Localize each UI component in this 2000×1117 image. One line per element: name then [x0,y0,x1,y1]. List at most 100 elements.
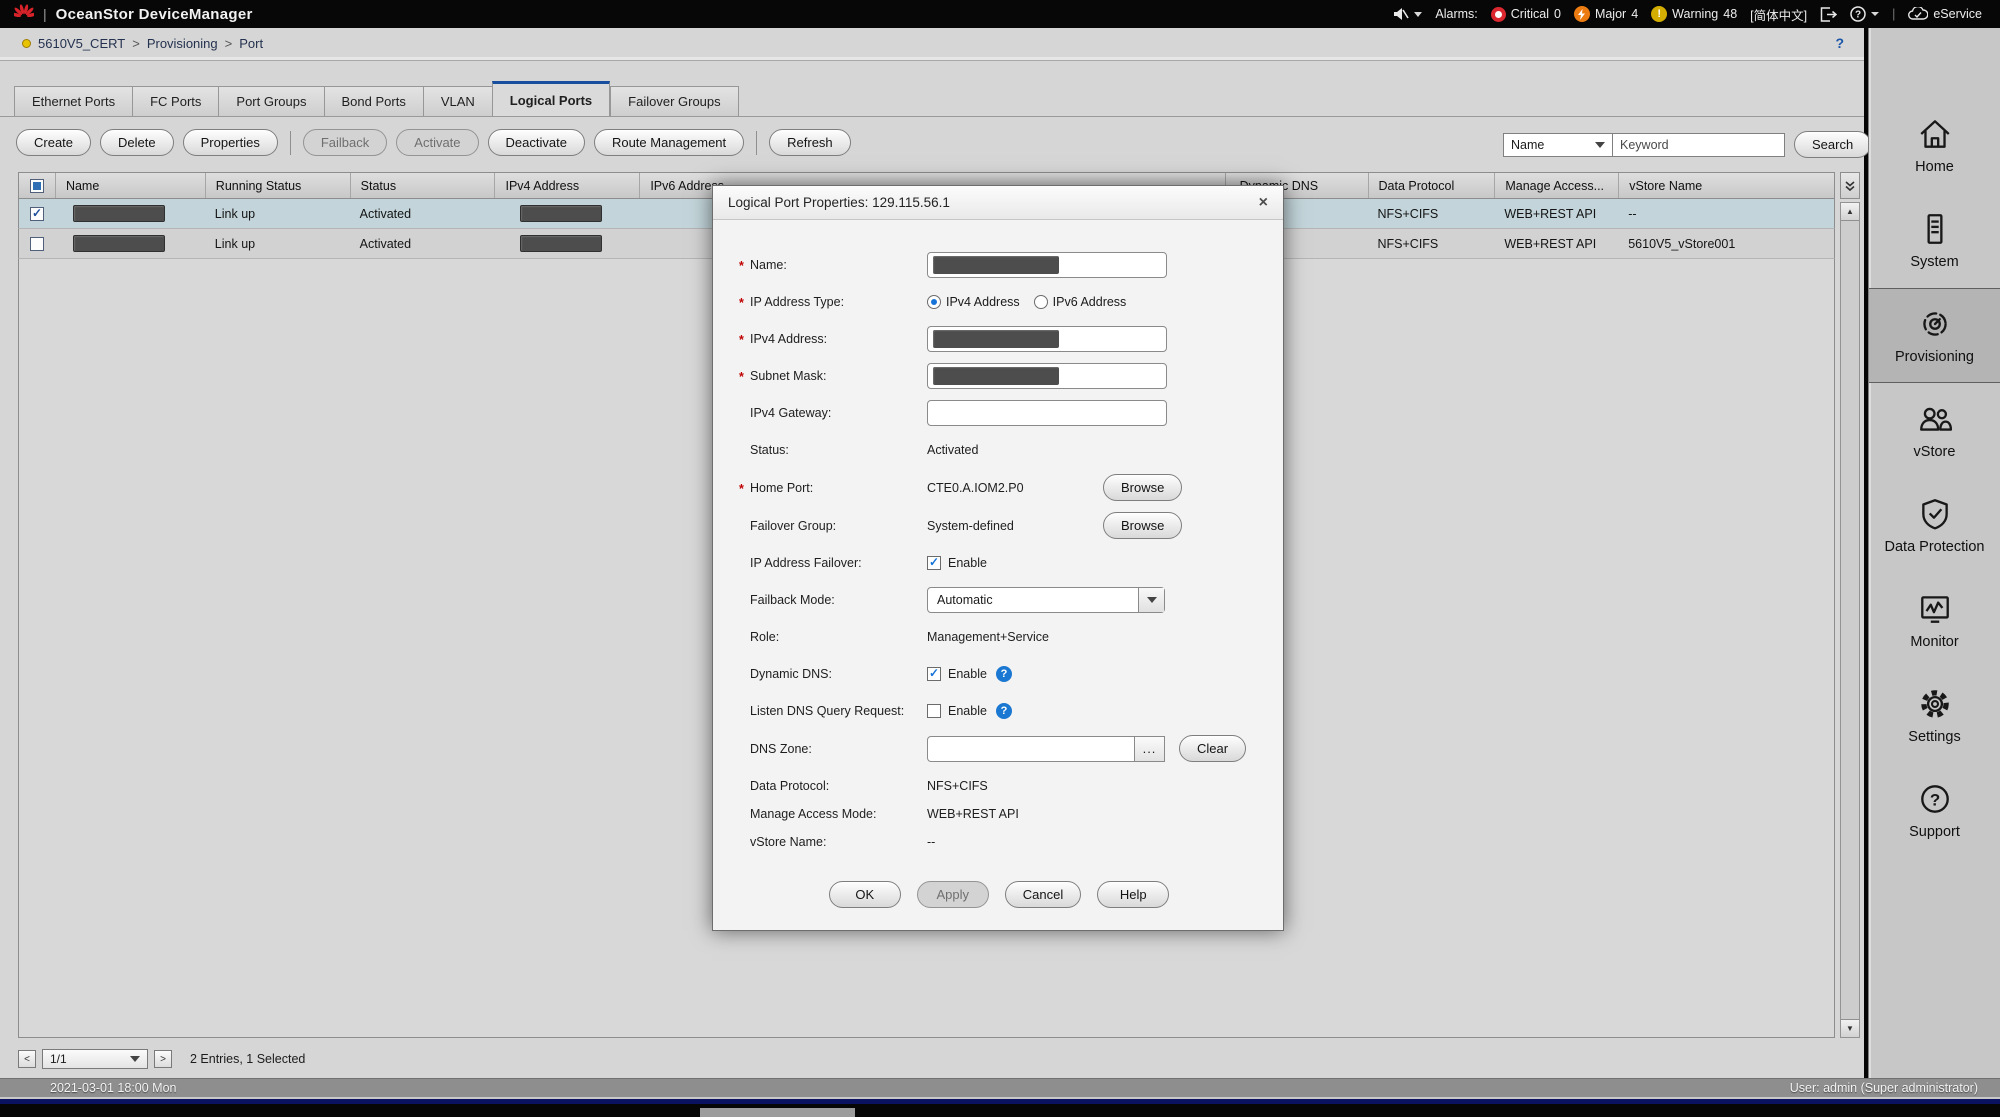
tab-logical-ports[interactable]: Logical Ports [492,81,610,117]
search-input[interactable] [1613,133,1785,157]
page-help-icon[interactable]: ? [1835,35,1844,51]
dns-zone-clear-button[interactable]: Clear [1179,735,1246,762]
prev-page-button[interactable]: < [18,1050,36,1068]
tab-port-groups[interactable]: Port Groups [218,86,323,117]
ip-failover-checkbox[interactable] [927,556,941,570]
ipv4-address-field[interactable] [927,326,1167,352]
mute-button[interactable] [1393,7,1422,21]
failback-button[interactable]: Failback [303,129,387,156]
listen-dns-checkbox[interactable] [927,704,941,718]
properties-button[interactable]: Properties [183,129,278,156]
ipv4-gateway-field[interactable] [927,400,1167,426]
cell-data-protocol: NFS+CIFS [1368,199,1495,228]
tab-bond-ports[interactable]: Bond Ports [324,86,423,117]
scroll-up-icon[interactable]: ▲ [1841,203,1859,221]
table-scrollbar[interactable]: ▲ ▼ [1840,202,1860,1038]
tab-vlan[interactable]: VLAN [423,86,492,117]
sidebar-item-label: Support [1909,824,1960,840]
row-checkbox[interactable] [30,237,44,251]
alarm-warning[interactable]: ! Warning 48 [1651,6,1737,22]
help-icon[interactable]: ? [996,703,1012,719]
chevron-down-icon [1595,142,1605,148]
sidebar-item-system[interactable]: System [1869,193,2000,288]
chevron-down-icon[interactable] [1138,588,1164,612]
ok-button[interactable]: OK [829,881,901,908]
failback-mode-select[interactable]: Automatic [927,587,1165,613]
apply-button[interactable]: Apply [917,881,989,908]
sidebar-item-monitor[interactable]: Monitor [1869,573,2000,668]
sidebar-item-vstore[interactable]: vStore [1869,383,2000,478]
gear-icon [1917,686,1953,722]
activate-button[interactable]: Activate [396,129,478,156]
vstore-icon [1917,401,1953,437]
eservice-link[interactable]: eService [1908,7,1982,21]
breadcrumb-section[interactable]: Provisioning [147,36,218,51]
vstore-name-value: -- [927,835,935,849]
tab-failover-groups[interactable]: Failover Groups [610,86,738,117]
ip-address-type-label: IP Address Type: [739,295,927,309]
failover-group-label: Failover Group: [739,519,927,533]
col-running-status[interactable]: Running Status [205,173,350,198]
dynamic-dns-checkbox[interactable] [927,667,941,681]
col-name[interactable]: Name [55,173,205,198]
delete-button[interactable]: Delete [100,129,174,156]
col-manage-access[interactable]: Manage Access... [1494,173,1618,198]
sidebar-item-settings[interactable]: Settings [1869,668,2000,763]
topbar-divider: | [1892,7,1895,21]
failover-group-browse-button[interactable]: Browse [1103,512,1182,539]
row-checkbox[interactable] [30,207,44,221]
dialog-title-bar[interactable]: Logical Port Properties: 129.115.56.1 × [713,186,1283,220]
failover-group-value: System-defined [927,519,1103,533]
col-status[interactable]: Status [350,173,495,198]
refresh-button[interactable]: Refresh [769,129,851,156]
major-icon [1574,6,1590,22]
language-switch[interactable]: [简体中文] [1750,5,1807,24]
col-ipv4-address[interactable]: IPv4 Address [494,173,639,198]
scroll-down-icon[interactable]: ▼ [1841,1019,1859,1037]
deactivate-button[interactable]: Deactivate [488,129,585,156]
col-data-protocol[interactable]: Data Protocol [1368,173,1495,198]
brand-separator: | [43,6,47,22]
home-port-browse-button[interactable]: Browse [1103,474,1182,501]
alarm-critical[interactable]: Critical 0 [1491,7,1561,22]
dns-zone-picker-button[interactable]: ... [1135,736,1165,762]
search-filter-value: Name [1511,138,1544,152]
logout-icon[interactable] [1820,6,1837,21]
search-button[interactable]: Search [1794,131,1871,158]
listen-dns-label: Listen DNS Query Request: [739,704,927,718]
sidebar-item-support[interactable]: ? Support [1869,763,2000,858]
ipv6-radio[interactable] [1034,295,1048,309]
sidebar-item-home[interactable]: Home [1869,98,2000,193]
sidebar-item-label: Data Protection [1885,539,1985,555]
create-button[interactable]: Create [16,129,91,156]
breadcrumb-device[interactable]: 5610V5_CERT [38,36,125,51]
column-chooser-button[interactable] [1840,172,1860,199]
close-icon[interactable]: × [1259,195,1268,211]
col-vstore-name[interactable]: vStore Name [1618,173,1834,198]
help-icon[interactable]: ? [996,666,1012,682]
subnet-mask-field[interactable] [927,363,1167,389]
sidebar-item-label: Settings [1908,729,1960,745]
breadcrumb-page[interactable]: Port [239,36,263,51]
failback-mode-value: Automatic [937,593,993,607]
ipv4-radio[interactable] [927,295,941,309]
select-all-checkbox[interactable] [30,179,44,193]
sidebar-item-provisioning[interactable]: Provisioning [1869,288,2000,383]
route-management-button[interactable]: Route Management [594,129,744,156]
alarm-major[interactable]: Major 4 [1574,6,1638,22]
tab-fc-ports[interactable]: FC Ports [132,86,218,117]
monitor-icon [1917,591,1953,627]
dynamic-dns-label: Dynamic DNS: [739,667,927,681]
help-button[interactable]: Help [1097,881,1169,908]
redacted-value [933,330,1059,348]
redacted-value [933,367,1059,385]
dns-zone-field[interactable] [927,736,1135,762]
name-field[interactable] [927,252,1167,278]
cancel-button[interactable]: Cancel [1005,881,1081,908]
tab-ethernet-ports[interactable]: Ethernet Ports [14,86,132,117]
help-menu[interactable]: ? [1850,6,1879,22]
next-page-button[interactable]: > [154,1050,172,1068]
sidebar-item-data-protection[interactable]: Data Protection [1869,478,2000,573]
page-select-dropdown[interactable]: 1/1 [42,1049,148,1069]
search-filter-dropdown[interactable]: Name [1503,133,1613,157]
